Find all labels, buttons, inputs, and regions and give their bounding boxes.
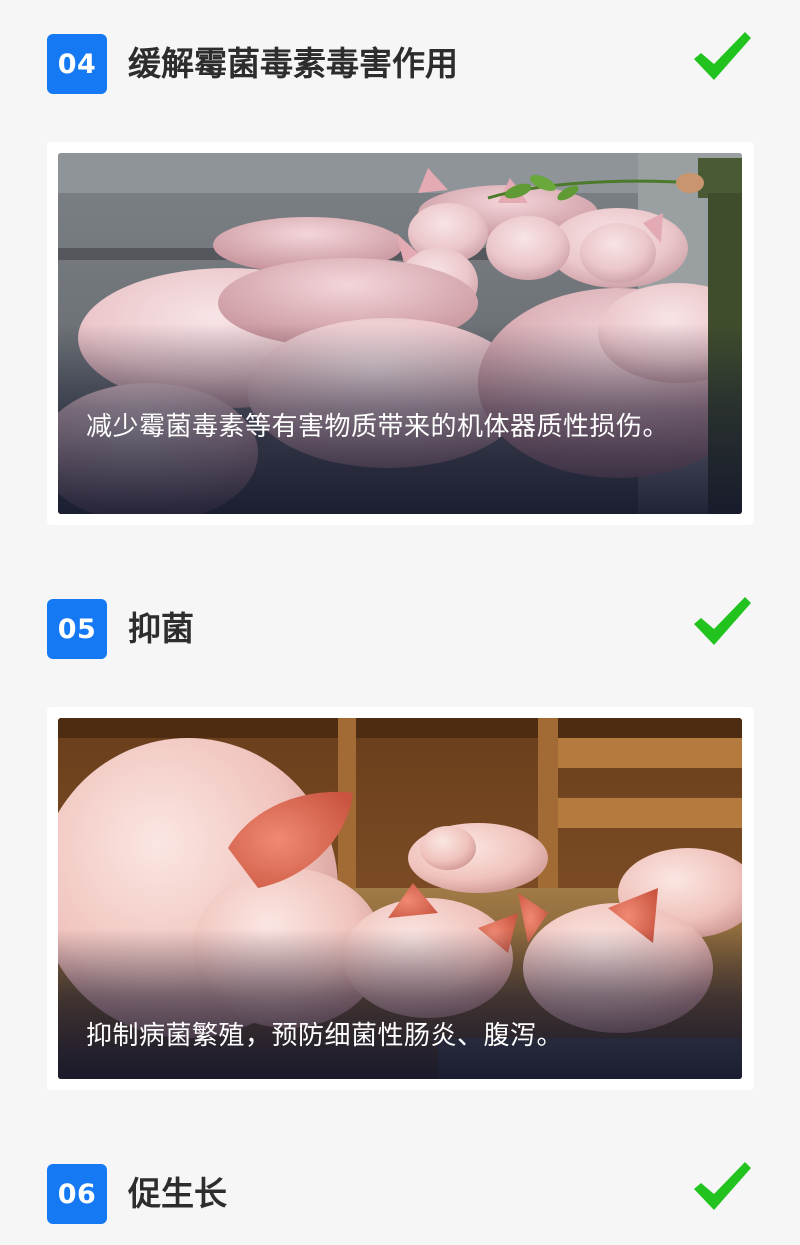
section-number-badge: 04 [47,34,107,94]
feature-card-05: 抑制病菌繁殖，预防细菌性肠炎、腹泻。 [47,707,754,1090]
section-title: 缓解霉菌毒素毒害作用 [128,44,458,83]
check-icon [694,1162,751,1210]
section-title: 抑菌 [128,609,194,648]
section-number-badge: 06 [47,1164,107,1224]
photo-pigs-feeding: 减少霉菌毒素等有害物质带来的机体器质性损伤。 [58,153,742,514]
section-title: 促生长 [128,1174,227,1213]
feature-card-04: 减少霉菌毒素等有害物质带来的机体器质性损伤。 [47,142,754,525]
section-header-06: 06 促生长 [47,1162,753,1226]
section-number-badge: 05 [47,599,107,659]
section-header-05: 05 抑菌 [47,597,753,661]
check-icon [694,597,751,645]
check-icon [694,32,751,80]
photo-caption: 抑制病菌繁殖，预防细菌性肠炎、腹泻。 [86,1021,564,1051]
photo-pigs-barn: 抑制病菌繁殖，预防细菌性肠炎、腹泻。 [58,718,742,1079]
photo-caption: 减少霉菌毒素等有害物质带来的机体器质性损伤。 [86,412,670,442]
section-header-04: 04 缓解霉菌毒素毒害作用 [47,32,753,96]
